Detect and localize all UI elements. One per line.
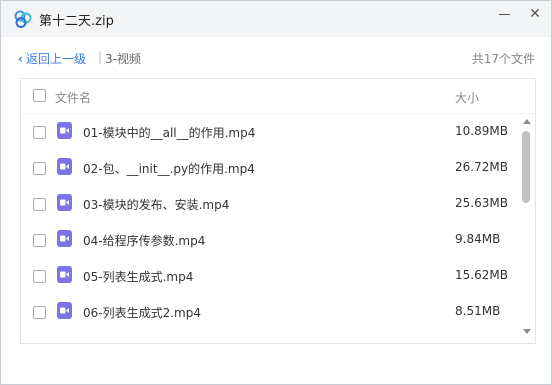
file-name: 03-模块的发布、安装.mp4 bbox=[83, 198, 230, 212]
window-title: 第十二天.zip bbox=[39, 14, 114, 29]
title-bar: 第十二天.zip ✕ bbox=[1, 1, 551, 37]
select-all-checkbox[interactable] bbox=[33, 89, 46, 102]
file-name: 06-列表生成式2.mp4 bbox=[83, 306, 201, 320]
close-icon: ✕ bbox=[529, 6, 541, 22]
breadcrumb: 3-视频 bbox=[105, 52, 141, 66]
minimize-button[interactable] bbox=[494, 5, 516, 23]
table-row[interactable]: 05-列表生成式.mp4 15.62MB bbox=[21, 258, 519, 294]
row-checkbox[interactable] bbox=[33, 162, 46, 175]
vertical-scrollbar[interactable] bbox=[521, 119, 532, 341]
column-header-size[interactable]: 大小 bbox=[455, 89, 479, 106]
video-file-icon bbox=[57, 158, 72, 175]
row-checkbox[interactable] bbox=[33, 126, 46, 139]
zip-preview-window: 第十二天.zip ✕ ‹ 返回上一级 | 3-视频 共17个文件 文件名 大小 0… bbox=[0, 0, 552, 385]
table-row[interactable]: 01-模块中的__all__的作用.mp4 10.89MB bbox=[21, 114, 519, 150]
table-row[interactable]: 06-列表生成式2.mp4 8.51MB bbox=[21, 294, 519, 330]
back-button[interactable]: ‹ 返回上一级 bbox=[18, 50, 86, 67]
table-row[interactable]: 03-模块的发布、安装.mp4 25.63MB bbox=[21, 186, 519, 222]
row-checkbox[interactable] bbox=[33, 198, 46, 211]
row-checkbox[interactable] bbox=[33, 306, 46, 319]
file-size: 15.62MB bbox=[455, 268, 508, 282]
table-row[interactable]: 02-包、__init__.py的作用.mp4 26.72MB bbox=[21, 150, 519, 186]
scrollbar-thumb[interactable] bbox=[522, 131, 530, 203]
file-size: 9.84MB bbox=[455, 232, 501, 246]
file-count: 共17个文件 bbox=[471, 52, 535, 66]
file-size: 8.51MB bbox=[455, 304, 501, 318]
column-header-name[interactable]: 文件名 bbox=[55, 89, 91, 106]
scroll-down-arrow-icon[interactable] bbox=[523, 329, 531, 334]
video-file-icon bbox=[57, 230, 72, 247]
row-checkbox[interactable] bbox=[33, 234, 46, 247]
file-list: 文件名 大小 01-模块中的__all__的作用.mp4 10.89MB 02-… bbox=[20, 78, 536, 344]
file-name: 01-模块中的__all__的作用.mp4 bbox=[83, 126, 256, 140]
nav-bar: ‹ 返回上一级 | 3-视频 共17个文件 bbox=[1, 37, 551, 77]
file-size: 10.89MB bbox=[455, 124, 508, 138]
table-header: 文件名 大小 bbox=[21, 79, 535, 114]
scroll-up-arrow-icon[interactable] bbox=[523, 119, 531, 124]
chevron-left-icon: ‹ bbox=[18, 52, 23, 66]
video-file-icon bbox=[57, 122, 72, 139]
baidu-netdisk-logo-icon bbox=[14, 10, 32, 28]
file-name: 04-给程序传参数.mp4 bbox=[83, 234, 206, 248]
video-file-icon bbox=[57, 266, 72, 283]
file-size: 25.63MB bbox=[455, 196, 508, 210]
close-button[interactable]: ✕ bbox=[525, 5, 545, 23]
breadcrumb-separator: | bbox=[98, 50, 103, 64]
table-row[interactable]: 04-给程序传参数.mp4 9.84MB bbox=[21, 222, 519, 258]
file-name: 05-列表生成式.mp4 bbox=[83, 270, 194, 284]
file-name: 02-包、__init__.py的作用.mp4 bbox=[83, 162, 255, 176]
video-file-icon bbox=[57, 194, 72, 211]
back-label: 返回上一级 bbox=[25, 52, 86, 66]
video-file-icon bbox=[57, 302, 72, 319]
file-size: 26.72MB bbox=[455, 160, 508, 174]
row-checkbox[interactable] bbox=[33, 270, 46, 283]
